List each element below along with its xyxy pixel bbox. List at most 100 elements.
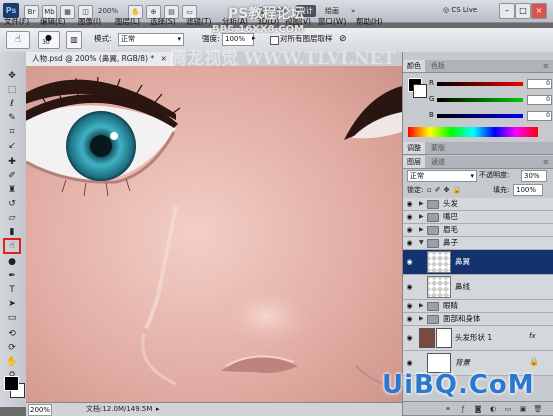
visibility-eye-icon[interactable]: ◉ (405, 239, 414, 247)
new-group-icon[interactable]: ▭ (503, 405, 513, 413)
new-layer-icon[interactable]: ▣ (518, 405, 528, 413)
document-tab[interactable]: 人物.psd @ 200% (鼻翼, RGB/8) * × (26, 52, 173, 66)
layers-menu-icon[interactable]: ≡ (539, 156, 553, 168)
visibility-eye-icon[interactable]: ◉ (405, 226, 414, 234)
marquee-tool-icon[interactable]: ⬚ (5, 84, 19, 96)
layer-hair-shape[interactable]: ◉ 头发形状 1 fx (403, 326, 553, 351)
link-layers-icon[interactable]: ⚭ (443, 405, 453, 413)
tab-swatches[interactable]: 色板 (427, 60, 449, 72)
lasso-tool-icon[interactable]: ℓ (5, 98, 19, 110)
clone-stamp-tool-icon[interactable]: ♜ (5, 184, 19, 196)
brush-tool-icon[interactable]: ✐ (5, 170, 19, 182)
crop-tool-icon[interactable]: ⌗ (5, 126, 19, 138)
layer-group-nose[interactable]: ◉ ▼ 鼻子 (403, 237, 553, 250)
pen-tool-icon[interactable]: ✒ (5, 270, 19, 282)
panel-menu-icon[interactable]: ≡ (539, 60, 553, 72)
lock-icons[interactable]: ▫✐✥🔒 (427, 185, 464, 195)
3d-camera-tool-icon[interactable]: ⟳ (5, 342, 19, 354)
smudge-tool-icon[interactable]: ☝ (3, 238, 21, 254)
color-panel-background[interactable] (413, 84, 427, 98)
layer-nose-line[interactable]: ◉ 鼻线 (403, 275, 553, 300)
collapsed-arrow-icon[interactable]: ▶ (419, 200, 424, 208)
visibility-eye-icon[interactable]: ◉ (405, 258, 414, 266)
layer-group-mouth[interactable]: ◉ ▶ 嘴巴 (403, 211, 553, 224)
layer-group-face-body[interactable]: ◉ ▶ 面部和身体 (403, 313, 553, 326)
slider-red-value[interactable]: 0 (527, 79, 552, 89)
layer-group-eyes[interactable]: ◉ ▶ 眼睛 (403, 300, 553, 313)
document-canvas[interactable] (26, 66, 402, 402)
pressure-icon[interactable]: ⊘ (339, 34, 347, 44)
slider-red-track[interactable] (437, 82, 523, 86)
slider-green-track[interactable] (437, 98, 523, 102)
tab-adjustments[interactable]: 调整 (403, 142, 425, 154)
close-button[interactable]: × (531, 3, 547, 19)
layer-group-hair[interactable]: ◉ ▶ 头发 (403, 198, 553, 211)
history-brush-tool-icon[interactable]: ↺ (5, 198, 19, 210)
menu-select[interactable]: 选择(S) (150, 16, 176, 27)
collapsed-arrow-icon[interactable]: ▶ (419, 213, 424, 221)
brush-preset-picker[interactable]: ● 30 (38, 31, 60, 49)
fx-badge[interactable]: fx (529, 332, 536, 340)
fill-input[interactable]: 100% (513, 184, 543, 196)
foreground-color-swatch[interactable] (4, 376, 19, 391)
mode-select[interactable]: 正常 ▾ (118, 33, 184, 46)
menu-help[interactable]: 帮助(H) (356, 16, 383, 27)
tab-channels[interactable]: 通道 (427, 156, 449, 168)
3d-rotate-tool-icon[interactable]: ⟲ (5, 328, 19, 340)
minimize-button[interactable]: – (499, 3, 515, 19)
visibility-eye-icon[interactable]: ◉ (405, 200, 414, 208)
slider-blue[interactable]: B 0 (429, 111, 552, 121)
color-spectrum-bar[interactable] (408, 127, 538, 137)
strength-input[interactable]: 100% (222, 33, 254, 46)
collapsed-arrow-icon[interactable]: ▶ (419, 226, 424, 234)
menu-layer[interactable]: 图层(L) (115, 16, 140, 27)
slider-blue-value[interactable]: 0 (527, 111, 552, 121)
slider-green-value[interactable]: 0 (527, 95, 552, 105)
path-select-tool-icon[interactable]: ➤ (5, 298, 19, 310)
visibility-eye-icon[interactable]: ◉ (405, 334, 414, 342)
quick-select-tool-icon[interactable]: ✎ (5, 112, 19, 124)
slider-red[interactable]: R 0 (429, 79, 552, 89)
visibility-eye-icon[interactable]: ◉ (405, 302, 414, 310)
close-tab-icon[interactable]: × (161, 54, 167, 63)
menu-view[interactable]: 视图(V) (285, 16, 311, 27)
menu-analysis[interactable]: 分析(A) (222, 16, 248, 27)
visibility-eye-icon[interactable]: ◉ (405, 213, 414, 221)
menu-filter[interactable]: 滤镜(T) (186, 16, 211, 27)
dodge-tool-icon[interactable]: ● (5, 256, 19, 268)
move-tool-icon[interactable]: ✥ (5, 70, 19, 82)
strength-slider-icon[interactable]: ▸ (252, 34, 256, 42)
sample-all-checkbox[interactable] (270, 36, 279, 45)
layer-nose-wing[interactable]: ◉ 鼻翼 (403, 250, 553, 275)
gradient-tool-icon[interactable]: ▮ (5, 226, 19, 238)
layer-group-eyebrows[interactable]: ◉ ▶ 眉毛 (403, 224, 553, 237)
hand-tool-icon[interactable]: ✋ (5, 356, 19, 368)
menu-window[interactable]: 窗口(W) (318, 16, 346, 27)
tab-color[interactable]: 颜色 (403, 60, 425, 72)
menu-3d[interactable]: 3D(D) (257, 16, 279, 27)
tab-layers[interactable]: 图层 (403, 156, 425, 168)
menu-image[interactable]: 图像(I) (78, 16, 101, 27)
zoom-level-field[interactable]: 200% (28, 404, 52, 416)
slider-green[interactable]: G 0 (429, 95, 552, 105)
collapsed-arrow-icon[interactable]: ▶ (419, 315, 424, 323)
brush-panel-icon[interactable]: ▥ (66, 31, 82, 49)
collapsed-arrow-icon[interactable]: ▶ (419, 302, 424, 310)
opacity-input[interactable]: 30% (521, 170, 547, 182)
eraser-tool-icon[interactable]: ▱ (5, 212, 19, 224)
blend-mode-select[interactable]: 正常 ▾ (407, 170, 477, 182)
shape-tool-icon[interactable]: ▭ (5, 312, 19, 324)
smudge-tool-preset-icon[interactable]: ☝ (6, 31, 30, 49)
cs-live-button[interactable]: ◎ CS Live (443, 4, 477, 17)
type-tool-icon[interactable]: T (5, 284, 19, 296)
tab-masks[interactable]: 蒙版 (427, 142, 449, 154)
adjustment-layer-icon[interactable]: ◐ (488, 405, 498, 413)
visibility-eye-icon[interactable]: ◉ (405, 283, 414, 291)
add-mask-icon[interactable]: ◙ (473, 405, 483, 413)
menu-file[interactable]: 文件(F) (4, 16, 29, 27)
layer-style-icon[interactable]: ƒ (458, 405, 468, 413)
visibility-eye-icon[interactable]: ◉ (405, 359, 414, 367)
slider-blue-track[interactable] (437, 114, 523, 118)
healing-tool-icon[interactable]: ✚ (5, 156, 19, 168)
delete-layer-icon[interactable]: 🗑 (533, 405, 543, 413)
